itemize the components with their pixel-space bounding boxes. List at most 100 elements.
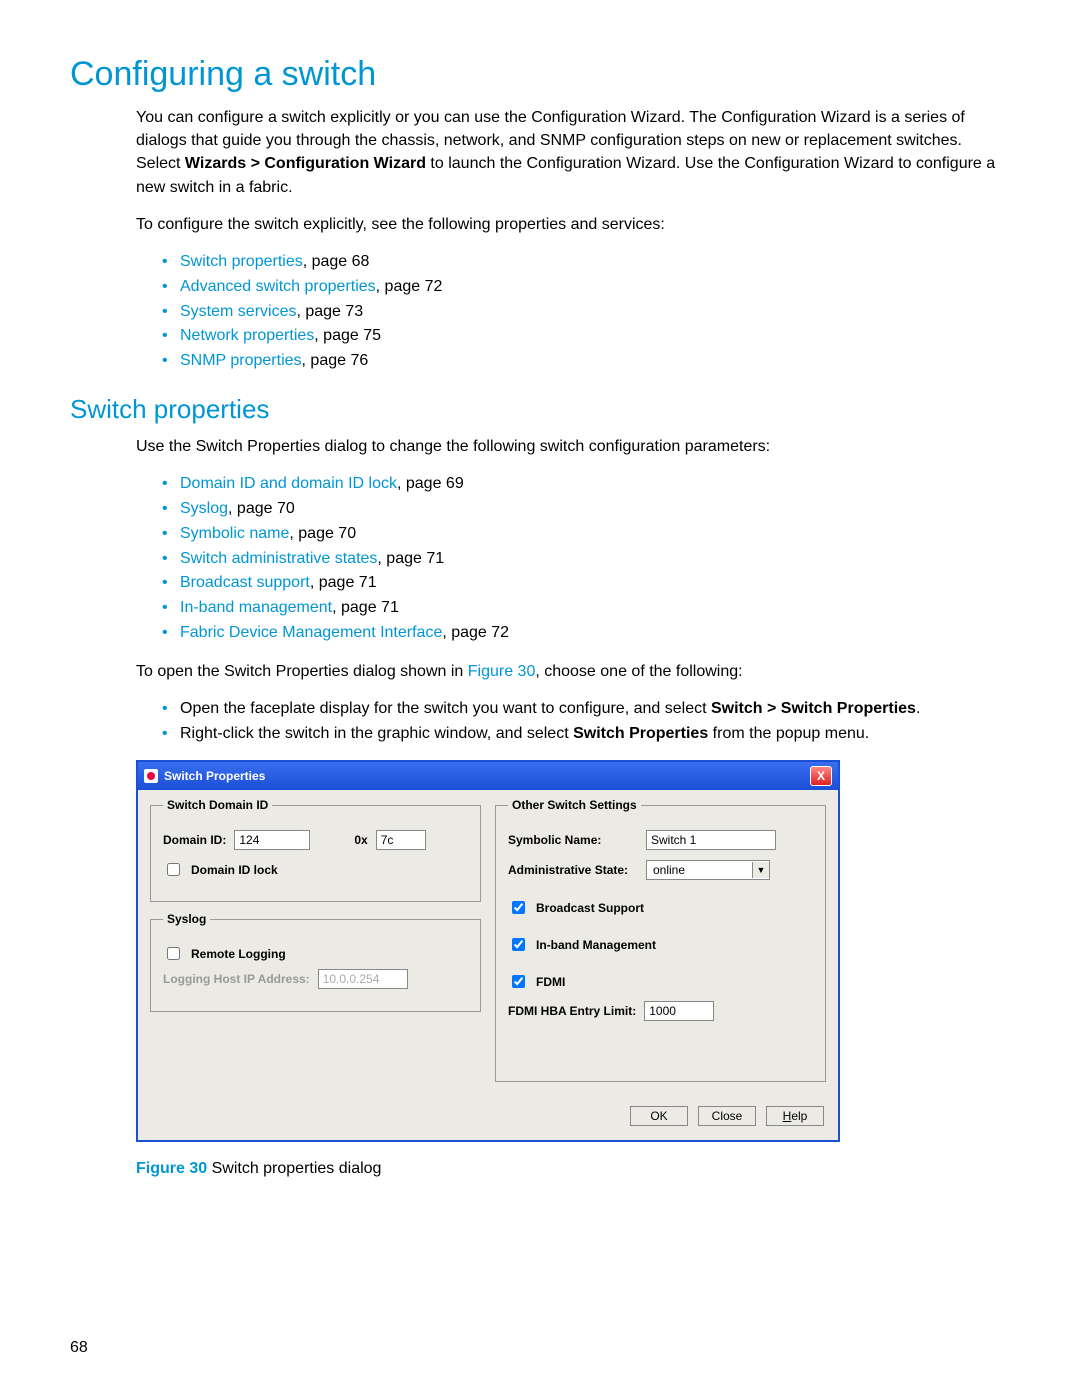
link-page-ref: , page 75: [314, 327, 381, 344]
step-bold-menu: Switch > Switch Properties: [711, 700, 916, 717]
step-text: Open the faceplate display for the switc…: [180, 700, 711, 717]
link-fdmi[interactable]: Fabric Device Management Interface: [180, 624, 442, 641]
admin-state-value: online: [647, 863, 752, 877]
intro-paragraph-2: To configure the switch explicitly, see …: [136, 213, 1010, 236]
dialog-button-row: OK Close Help: [138, 1106, 838, 1140]
list-item: Switch properties, page 68: [162, 250, 1010, 275]
list-item: Fabric Device Management Interface, page…: [162, 621, 1010, 646]
syslog-group: Syslog Remote Logging Logging Host IP Ad…: [150, 912, 481, 1012]
fdmi-label: FDMI: [536, 975, 565, 989]
link-syslog[interactable]: Syslog: [180, 500, 228, 517]
link-page-ref: , page 71: [377, 550, 444, 567]
broadcast-support-label: Broadcast Support: [536, 901, 644, 915]
open-text-a: To open the Switch Properties dialog sho…: [136, 663, 468, 680]
link-domain-id[interactable]: Domain ID and domain ID lock: [180, 475, 397, 492]
open-text-b: , choose one of the following:: [535, 663, 742, 680]
link-system-services[interactable]: System services: [180, 303, 296, 320]
sp-intro: Use the Switch Properties dialog to chan…: [136, 435, 1010, 458]
logging-host-ip-label: Logging Host IP Address:: [163, 972, 310, 986]
link-symbolic-name[interactable]: Symbolic name: [180, 525, 289, 542]
step-text: Right-click the switch in the graphic wi…: [180, 725, 573, 742]
ok-button[interactable]: OK: [630, 1106, 688, 1126]
fdmi-entry-limit-input[interactable]: [644, 1001, 714, 1021]
dialog-titlebar: Switch Properties X: [138, 762, 838, 790]
list-item: System services, page 73: [162, 300, 1010, 325]
switch-properties-block: Use the Switch Properties dialog to chan…: [136, 435, 1010, 747]
list-item: SNMP properties, page 76: [162, 349, 1010, 374]
admin-state-label: Administrative State:: [508, 863, 638, 877]
switch-properties-dialog: Switch Properties X Switch Domain ID Dom…: [136, 760, 840, 1142]
link-admin-states[interactable]: Switch administrative states: [180, 550, 377, 567]
chevron-down-icon[interactable]: [752, 862, 769, 878]
link-page-ref: , page 70: [289, 525, 356, 542]
list-item: Syslog, page 70: [162, 497, 1010, 522]
list-item: Switch administrative states, page 71: [162, 547, 1010, 572]
domain-id-legend: Switch Domain ID: [163, 798, 272, 812]
link-page-ref: , page 72: [442, 624, 509, 641]
list-item: Broadcast support, page 71: [162, 571, 1010, 596]
fdmi-checkbox[interactable]: [512, 975, 525, 988]
list-item: Domain ID and domain ID lock, page 69: [162, 472, 1010, 497]
properties-link-list: Switch properties, page 68 Advanced swit…: [162, 250, 1010, 374]
list-item: Right-click the switch in the graphic wi…: [162, 722, 1010, 747]
intro-bold-menu-path: Wizards > Configuration Wizard: [185, 155, 426, 172]
link-page-ref: , page 69: [397, 475, 464, 492]
domain-id-lock-label: Domain ID lock: [191, 863, 278, 877]
figure-text: Switch properties dialog: [207, 1160, 381, 1177]
logging-host-ip-input: [318, 969, 408, 989]
symbolic-name-label: Symbolic Name:: [508, 833, 638, 847]
broadcast-support-checkbox[interactable]: [512, 901, 525, 914]
page-number: 68: [70, 1339, 88, 1357]
hex-prefix-label: 0x: [354, 833, 367, 847]
app-icon: [144, 769, 158, 783]
link-page-ref: , page 70: [228, 500, 295, 517]
inband-management-checkbox[interactable]: [512, 938, 525, 951]
list-item: Open the faceplate display for the switc…: [162, 697, 1010, 722]
link-switch-properties[interactable]: Switch properties: [180, 253, 303, 270]
step-text: .: [916, 700, 920, 717]
list-item: In-band management, page 71: [162, 596, 1010, 621]
close-icon[interactable]: X: [810, 766, 832, 786]
dialog-title: Switch Properties: [164, 769, 265, 783]
link-broadcast-support[interactable]: Broadcast support: [180, 574, 310, 591]
domain-id-label: Domain ID:: [163, 833, 226, 847]
domain-id-hex-input[interactable]: [376, 830, 426, 850]
page-title: Configuring a switch: [70, 55, 1010, 94]
other-switch-settings-group: Other Switch Settings Symbolic Name: Adm…: [495, 798, 826, 1082]
link-inband-management[interactable]: In-band management: [180, 599, 332, 616]
open-dialog-paragraph: To open the Switch Properties dialog sho…: [136, 660, 1010, 683]
inband-management-label: In-band Management: [536, 938, 656, 952]
list-item: Network properties, page 75: [162, 324, 1010, 349]
fdmi-entry-limit-label: FDMI HBA Entry Limit:: [508, 1004, 636, 1018]
link-page-ref: , page 71: [310, 574, 377, 591]
link-page-ref: , page 68: [303, 253, 370, 270]
link-page-ref: , page 72: [376, 278, 443, 295]
remote-logging-label: Remote Logging: [191, 947, 286, 961]
help-button[interactable]: Help: [766, 1106, 824, 1126]
domain-id-lock-checkbox[interactable]: [167, 863, 180, 876]
sp-link-list: Domain ID and domain ID lock, page 69 Sy…: [162, 472, 1010, 646]
list-item: Advanced switch properties, page 72: [162, 275, 1010, 300]
open-steps-list: Open the faceplate display for the switc…: [162, 697, 1010, 747]
section-title-switch-properties: Switch properties: [70, 394, 1010, 425]
list-item: Symbolic name, page 70: [162, 522, 1010, 547]
remote-logging-checkbox[interactable]: [167, 947, 180, 960]
figure-number: Figure 30: [136, 1160, 207, 1177]
link-page-ref: , page 73: [296, 303, 363, 320]
step-bold-menu: Switch Properties: [573, 725, 708, 742]
switch-domain-id-group: Switch Domain ID Domain ID: 0x Domain ID…: [150, 798, 481, 902]
figure-caption: Figure 30 Switch properties dialog: [136, 1160, 1010, 1178]
admin-state-select[interactable]: online: [646, 860, 770, 880]
link-page-ref: , page 76: [302, 352, 369, 369]
syslog-legend: Syslog: [163, 912, 210, 926]
close-button[interactable]: Close: [698, 1106, 756, 1126]
domain-id-input[interactable]: [234, 830, 310, 850]
link-network-properties[interactable]: Network properties: [180, 327, 314, 344]
link-figure-30[interactable]: Figure 30: [468, 663, 536, 680]
intro-paragraph: You can configure a switch explicitly or…: [136, 106, 1010, 199]
symbolic-name-input[interactable]: [646, 830, 776, 850]
link-snmp-properties[interactable]: SNMP properties: [180, 352, 302, 369]
link-advanced-switch-properties[interactable]: Advanced switch properties: [180, 278, 376, 295]
other-settings-legend: Other Switch Settings: [508, 798, 641, 812]
intro-block: You can configure a switch explicitly or…: [136, 106, 1010, 374]
